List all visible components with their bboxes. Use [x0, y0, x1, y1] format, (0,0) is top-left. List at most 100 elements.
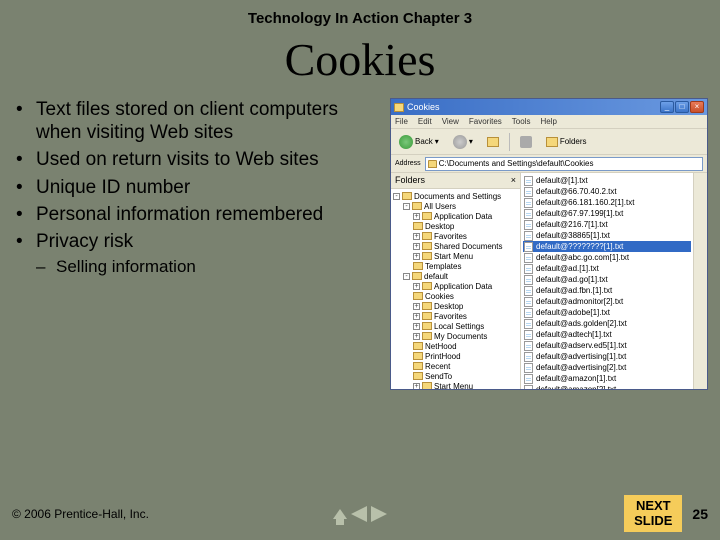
window-title: Cookies	[407, 102, 657, 112]
tree-item[interactable]: +Application Data	[393, 211, 518, 221]
file-name: default@advertising[2].txt	[536, 363, 626, 372]
bullet-item: Used on return visits to Web sites	[12, 148, 382, 171]
file-name: default@admonitor[2].txt	[536, 297, 623, 306]
nav-controls	[333, 506, 387, 522]
tree-item[interactable]: Templates	[393, 261, 518, 271]
close-pane-icon[interactable]: ×	[511, 175, 516, 186]
file-name: default@67.97.199[1].txt	[536, 209, 623, 218]
file-item[interactable]: default@ad.go[1].txt	[523, 274, 691, 285]
file-name: default@ad.fbn.[1].txt	[536, 286, 612, 295]
tree-item[interactable]: +Start Menu	[393, 381, 518, 389]
next-slide-button[interactable]: NEXT SLIDE	[624, 495, 682, 532]
close-button[interactable]: ×	[690, 101, 704, 113]
text-file-icon	[524, 264, 533, 274]
scrollbar[interactable]	[693, 173, 707, 389]
maximize-button[interactable]: □	[675, 101, 689, 113]
next-slide-label-2: SLIDE	[634, 514, 672, 528]
file-item[interactable]: default@ads.golden[2].txt	[523, 318, 691, 329]
address-bar: Address C:\Documents and Settings\defaul…	[391, 155, 707, 173]
file-item[interactable]: default@advertising[2].txt	[523, 362, 691, 373]
folders-button[interactable]: Folders	[542, 135, 591, 149]
folder-icon	[428, 160, 437, 168]
menu-view[interactable]: View	[442, 117, 459, 126]
window-body: Folders × -Documents and Settings -All U…	[391, 173, 707, 389]
text-file-icon	[524, 319, 533, 329]
file-name: default@66.70.40.2.txt	[536, 187, 617, 196]
file-item[interactable]: default@????????[1].txt	[523, 241, 691, 252]
tree-item[interactable]: -All Users	[393, 201, 518, 211]
tree-item[interactable]: Cookies	[393, 291, 518, 301]
tree-item[interactable]: +My Documents	[393, 331, 518, 341]
text-file-icon	[524, 275, 533, 285]
next-arrow-icon[interactable]	[371, 506, 387, 522]
file-item[interactable]: default@abc.go.com[1].txt	[523, 252, 691, 263]
file-item[interactable]: default@amazon[2].txt	[523, 384, 691, 389]
tree-item[interactable]: SendTo	[393, 371, 518, 381]
home-icon[interactable]	[333, 509, 347, 519]
explorer-window: Cookies _ □ × File Edit View Favorites T…	[390, 98, 708, 390]
bullet-item: Text files stored on client computers wh…	[12, 98, 382, 144]
back-button[interactable]: Back ▾	[395, 133, 443, 151]
up-icon	[487, 137, 499, 147]
tree-item[interactable]: +Desktop	[393, 301, 518, 311]
tree-item[interactable]: Desktop	[393, 221, 518, 231]
tree-item[interactable]: Recent	[393, 361, 518, 371]
tree-item[interactable]: +Application Data	[393, 281, 518, 291]
file-item[interactable]: default@adserv.ed5[1].txt	[523, 340, 691, 351]
menu-file[interactable]: File	[395, 117, 408, 126]
search-icon	[520, 136, 532, 148]
folders-label: Folders	[560, 137, 587, 146]
menu-edit[interactable]: Edit	[418, 117, 432, 126]
file-item[interactable]: default@216.7[1].txt	[523, 219, 691, 230]
file-item[interactable]: default@38865[1].txt	[523, 230, 691, 241]
text-file-icon	[524, 341, 533, 351]
tree-item[interactable]: -Documents and Settings	[393, 191, 518, 201]
back-label: Back	[415, 137, 433, 146]
file-item[interactable]: default@advertising[1].txt	[523, 351, 691, 362]
file-item[interactable]: default@adtech[1].txt	[523, 329, 691, 340]
bullet-item: Unique ID number	[12, 176, 382, 199]
search-button[interactable]	[516, 134, 536, 150]
text-file-icon	[524, 385, 533, 390]
file-item[interactable]: default@ad.[1].txt	[523, 263, 691, 274]
footer: © 2006 Prentice-Hall, Inc. NEXT SLIDE 25	[12, 495, 708, 532]
tree-item[interactable]: -default	[393, 271, 518, 281]
folders-icon	[546, 137, 558, 147]
file-item[interactable]: default@adobe[1].txt	[523, 307, 691, 318]
tree-item[interactable]: +Shared Documents	[393, 241, 518, 251]
file-name: default@adobe[1].txt	[536, 308, 610, 317]
tree-item[interactable]: +Local Settings	[393, 321, 518, 331]
address-input[interactable]: C:\Documents and Settings\default\Cookie…	[425, 157, 703, 171]
back-icon	[399, 135, 413, 149]
tree-item[interactable]: NetHood	[393, 341, 518, 351]
file-item[interactable]: default@[1].txt	[523, 175, 691, 186]
folder-icon	[394, 103, 404, 112]
menu-tools[interactable]: Tools	[512, 117, 531, 126]
forward-button[interactable]: ▾	[449, 133, 477, 151]
tree-item[interactable]: PrintHood	[393, 351, 518, 361]
file-item[interactable]: default@ad.fbn.[1].txt	[523, 285, 691, 296]
toolbar: Back ▾ ▾ Folders	[391, 129, 707, 155]
minimize-button[interactable]: _	[660, 101, 674, 113]
chapter-header: Technology In Action Chapter 3	[0, 0, 720, 27]
file-name: default@66.181.160.2[1].txt	[536, 198, 634, 207]
bullet-item: Personal information remembered	[12, 203, 382, 226]
page-number: 25	[692, 506, 708, 522]
previous-arrow-icon[interactable]	[351, 506, 367, 522]
folder-tree: -Documents and Settings -All Users +Appl…	[391, 189, 520, 389]
tree-item[interactable]: +Favorites	[393, 231, 518, 241]
menu-help[interactable]: Help	[540, 117, 556, 126]
files-pane: default@[1].txtdefault@66.70.40.2.txt def…	[521, 173, 693, 389]
text-file-icon	[524, 374, 533, 384]
folders-pane: Folders × -Documents and Settings -All U…	[391, 173, 521, 389]
file-item[interactable]: default@66.70.40.2.txt	[523, 186, 691, 197]
file-name: default@adtech[1].txt	[536, 330, 612, 339]
tree-item[interactable]: +Start Menu	[393, 251, 518, 261]
file-item[interactable]: default@66.181.160.2[1].txt	[523, 197, 691, 208]
up-button[interactable]	[483, 135, 503, 149]
menu-favorites[interactable]: Favorites	[469, 117, 502, 126]
file-item[interactable]: default@67.97.199[1].txt	[523, 208, 691, 219]
file-item[interactable]: default@amazon[1].txt	[523, 373, 691, 384]
tree-item[interactable]: +Favorites	[393, 311, 518, 321]
file-item[interactable]: default@admonitor[2].txt	[523, 296, 691, 307]
